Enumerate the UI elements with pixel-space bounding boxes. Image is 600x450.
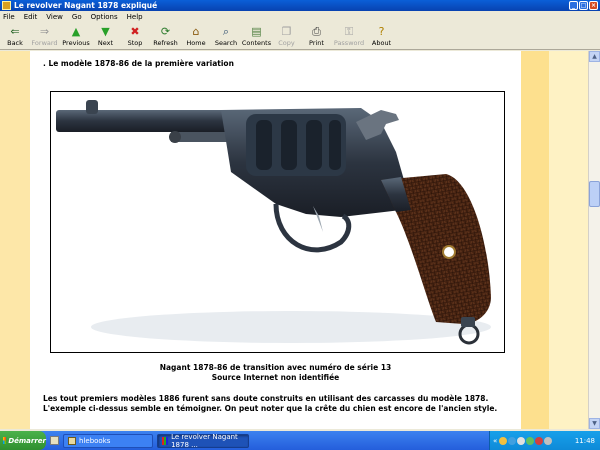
quick-launch-desktop-icon[interactable] [50, 436, 59, 445]
toolbar-about-button[interactable]: ? About [366, 23, 397, 47]
quick-launch [50, 436, 59, 445]
toolbar-button-label: Forward [31, 39, 58, 47]
task-label: Le revolver Nagant 1878 ... [171, 432, 238, 449]
toolbar-print-button[interactable]: ⎙ Print [301, 23, 332, 47]
toolbar-button-label: Previous [62, 39, 90, 47]
start-button[interactable]: Démarrer [0, 431, 46, 450]
toolbar-button-label: Refresh [153, 39, 178, 47]
clock[interactable]: 11:48 [575, 437, 595, 445]
search-icon: ⌕ [222, 25, 230, 38]
task-label: hlebooks [79, 436, 111, 445]
toolbar-password-button[interactable]: ⚿ Password [332, 23, 366, 47]
print-icon: ⎙ [312, 25, 321, 38]
menu-edit[interactable]: Edit [24, 13, 38, 21]
toolbar-button-label: Copy [278, 39, 295, 47]
home-icon: ⌂ [192, 25, 200, 38]
window-title: Le revolver Nagant 1878 expliqué [14, 1, 158, 10]
scroll-down-button[interactable]: ▼ [589, 418, 600, 429]
toolbar-next-button[interactable]: ▼ Next [91, 23, 120, 47]
tray-icon[interactable] [517, 436, 526, 445]
menu-bar: File Edit View Go Options Help [0, 11, 600, 23]
toolbar-button-label: Back [7, 39, 23, 47]
ebook-icon [162, 436, 169, 445]
back-arrow-icon: ⇐ [10, 25, 20, 38]
copy-icon: ❐ [281, 25, 292, 38]
taskbar-item-hlebooks[interactable]: hlebooks [63, 433, 153, 448]
toolbar-back-button[interactable]: ⇐ Back [2, 23, 28, 47]
toolbar-button-label: Password [333, 39, 365, 47]
content-area: . Le modèle 1878-86 de la première varia… [0, 51, 588, 429]
taskbar-item-nagant[interactable]: Le revolver Nagant 1878 ... [157, 432, 249, 449]
minimize-button[interactable]: _ [569, 1, 578, 10]
toolbar-button-label: Search [214, 39, 238, 47]
window-titlebar[interactable]: Le revolver Nagant 1878 expliqué _ □ × [0, 0, 600, 11]
caption-line-1: Nagant 1878-86 de transition avec numéro… [159, 363, 392, 372]
close-button[interactable]: × [589, 1, 598, 10]
maximize-button[interactable]: □ [579, 1, 588, 10]
toolbar-refresh-button[interactable]: ⟳ Refresh [150, 23, 181, 47]
contents-icon: ▤ [251, 25, 262, 38]
volume-icon[interactable] [544, 436, 553, 445]
refresh-icon: ⟳ [160, 25, 171, 38]
menu-help[interactable]: Help [127, 13, 143, 21]
revolver-illustration [51, 92, 504, 352]
toolbar-home-button[interactable]: ⌂ Home [181, 23, 211, 47]
folder-icon [68, 436, 76, 445]
tray-icon[interactable] [499, 436, 508, 445]
toolbar-previous-button[interactable]: ▲ Previous [61, 23, 91, 47]
document-page: . Le modèle 1878-86 de la première varia… [30, 51, 521, 429]
right-outer-band [549, 51, 588, 429]
toolbar-button-label: Contents [241, 39, 272, 47]
caption-line-2: Source Internet non identifiée [211, 373, 340, 382]
forward-arrow-icon: ⇒ [39, 25, 50, 38]
about-icon: ? [378, 25, 385, 38]
tray-icon[interactable] [535, 436, 544, 445]
menu-go[interactable]: Go [72, 13, 82, 21]
revolver-photo [50, 91, 505, 353]
toolbar-button-label: Print [309, 39, 324, 47]
toolbar-search-button[interactable]: ⌕ Search [211, 23, 241, 47]
toolbar-button-label: About [371, 39, 392, 47]
toolbar-contents-button[interactable]: ▤ Contents [241, 23, 272, 47]
left-margin-band [0, 51, 30, 429]
tray-expand-icon[interactable]: « [493, 437, 497, 445]
start-label: Démarrer [8, 436, 46, 445]
tray-icon[interactable] [526, 436, 535, 445]
body-paragraph: Les tout premiers modèles 1886 furent sa… [43, 394, 498, 413]
toolbar-forward-button[interactable]: ⇒ Forward [28, 23, 61, 47]
up-arrow-icon: ▲ [71, 25, 81, 38]
toolbar-stop-button[interactable]: ✖ Stop [120, 23, 150, 47]
toolbar-button-label: Home [186, 39, 206, 47]
photo-caption: Nagant 1878-86 de transition avec numéro… [30, 363, 521, 383]
vertical-scrollbar[interactable]: ▲ ▼ [588, 51, 600, 429]
toolbar-button-label: Stop [127, 39, 143, 47]
menu-file[interactable]: File [3, 13, 15, 21]
system-tray: « 11:48 [489, 431, 600, 450]
menu-options[interactable]: Options [91, 13, 118, 21]
toolbar: ⇐ Back ⇒ Forward ▲ Previous ▼ Next ✖ Stop ⟳ Refresh… [0, 23, 600, 50]
down-arrow-icon: ▼ [101, 25, 110, 38]
toolbar-button-label: Next [97, 39, 114, 47]
toolbar-copy-button[interactable]: ❐ Copy [272, 23, 301, 47]
key-icon: ⚿ [344, 25, 354, 38]
scroll-thumb[interactable] [589, 181, 600, 207]
taskbar: Démarrer hlebooks Le revolver Nagant 187… [0, 431, 600, 450]
scroll-up-button[interactable]: ▲ [589, 51, 600, 62]
menu-view[interactable]: View [46, 13, 63, 21]
right-margin-band [521, 51, 549, 429]
app-icon [2, 1, 11, 10]
tray-icon[interactable] [508, 436, 517, 445]
stop-icon: ✖ [130, 25, 140, 38]
windows-logo-icon [3, 437, 7, 444]
section-heading: . Le modèle 1878-86 de la première varia… [43, 59, 234, 68]
